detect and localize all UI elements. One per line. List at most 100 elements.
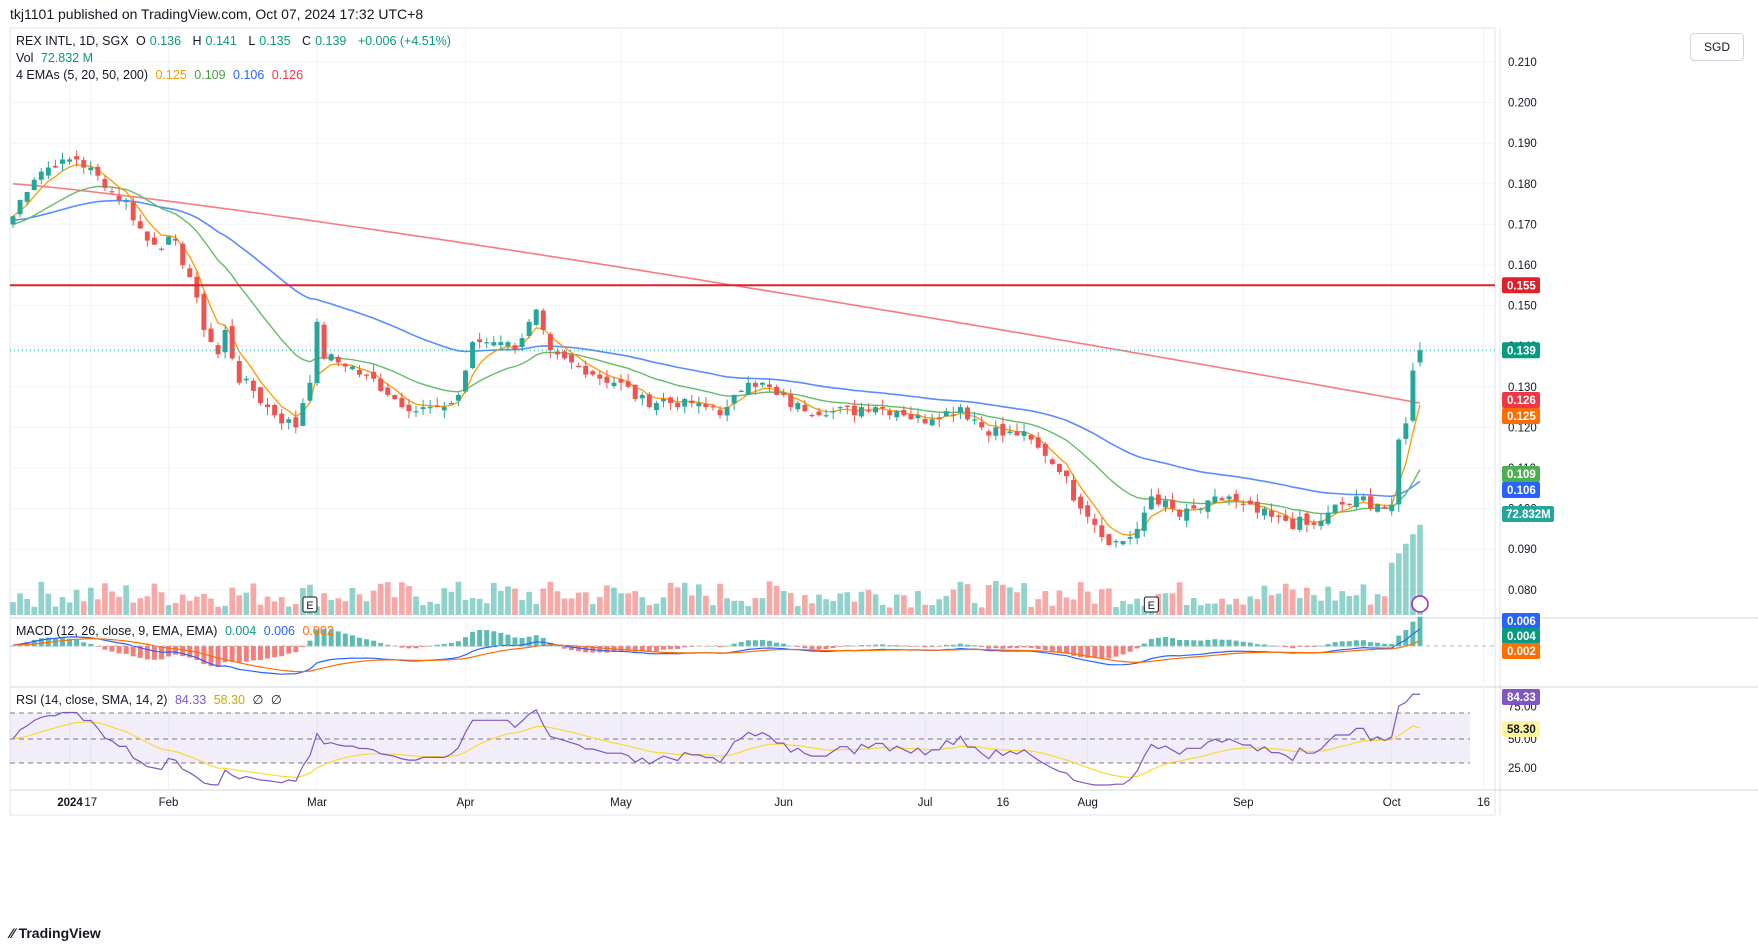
candle-body xyxy=(17,200,23,215)
candle-body xyxy=(781,392,787,395)
volume-bar xyxy=(667,582,674,615)
candle-body xyxy=(448,403,454,405)
macd-histogram-bar xyxy=(250,646,256,661)
volume-bar xyxy=(816,594,822,615)
macd-histogram-bar xyxy=(151,646,157,660)
macd-histogram-bar xyxy=(717,646,723,648)
volume-bar xyxy=(1049,605,1056,615)
trading-chart[interactable]: 0.2100.2000.1900.1800.1700.1600.1500.140… xyxy=(0,0,1758,950)
volume-bar xyxy=(130,602,137,615)
candle-body xyxy=(328,354,334,361)
candle-body xyxy=(385,387,391,395)
ema-legend: 4 EMAs (5, 20, 50, 200) 0.125 0.109 0.10… xyxy=(16,68,304,82)
symbol-name[interactable]: REX INTL, 1D, SGX xyxy=(16,34,129,48)
candle-body xyxy=(1353,496,1359,508)
candle-body xyxy=(554,351,560,355)
volume-bar xyxy=(1374,594,1381,615)
candle-body xyxy=(1191,505,1197,509)
volume-bar xyxy=(427,601,433,615)
candle-body xyxy=(420,407,426,410)
macd-histogram-bar xyxy=(901,645,907,647)
change-value: +0.006 (+4.51%) xyxy=(357,34,451,48)
volume-bar xyxy=(194,596,200,615)
volume-bar xyxy=(285,606,292,615)
volume-bar xyxy=(1346,595,1353,615)
candle-body xyxy=(660,398,666,402)
candle-body xyxy=(979,422,985,428)
volume-bar xyxy=(250,583,257,615)
candle-body xyxy=(894,411,900,418)
volume-bar xyxy=(505,586,511,615)
time-tick-label: May xyxy=(610,797,632,809)
candle-body xyxy=(88,167,94,171)
candle-body xyxy=(1396,439,1402,505)
symbol-legend: REX INTL, 1D, SGX O 0.136 H 0.141 L 0.135 C… xyxy=(16,34,451,48)
volume-bar xyxy=(625,593,631,615)
candle-body xyxy=(484,342,490,344)
candle-body xyxy=(972,419,978,421)
volume-bar xyxy=(1268,595,1275,615)
macd-signal-value: 0.002 xyxy=(302,624,334,638)
candle-body xyxy=(1233,493,1239,501)
macd-histogram-bar xyxy=(463,637,468,647)
candle-body xyxy=(965,407,970,420)
candle-body xyxy=(1261,508,1267,516)
volume-bar xyxy=(766,581,773,615)
ema20-value: 0.109 xyxy=(194,68,226,82)
candle-body xyxy=(378,378,384,391)
volume-bar xyxy=(201,593,207,615)
candle-body xyxy=(731,394,737,404)
candle-body xyxy=(52,165,58,168)
candle-body xyxy=(653,403,659,411)
macd-histogram-bar xyxy=(1205,639,1211,647)
candle-body xyxy=(752,382,758,387)
macd-histogram-bar xyxy=(293,646,299,653)
volume-bar xyxy=(710,605,716,615)
volume-bar xyxy=(1304,587,1310,615)
candle-body xyxy=(873,407,879,413)
time-tick-label: Apr xyxy=(457,797,475,809)
volume-bar xyxy=(992,580,999,615)
candle-body xyxy=(689,400,695,404)
candle-body xyxy=(1064,470,1069,477)
candle-body xyxy=(1325,512,1331,524)
candle-body xyxy=(590,371,596,375)
volume-bar xyxy=(441,588,448,615)
candle-body xyxy=(180,243,186,265)
volume-bar xyxy=(208,598,214,615)
volume-bar xyxy=(738,600,745,615)
earnings-marker-label: E xyxy=(306,600,313,612)
volume-bar xyxy=(264,596,271,615)
volume-bar xyxy=(1247,596,1254,615)
candle-body xyxy=(887,411,893,416)
volume-bar xyxy=(519,600,525,615)
macd-histogram-bar xyxy=(597,646,603,653)
currency-button[interactable]: SGD xyxy=(1690,33,1744,61)
candle-body xyxy=(703,403,709,408)
volume-bar xyxy=(109,591,115,615)
candle-body xyxy=(540,310,546,330)
volume-bar xyxy=(759,598,766,615)
macd-histogram-bar xyxy=(413,646,419,649)
time-tick-label: 16 xyxy=(1477,797,1490,809)
candle-body xyxy=(738,390,744,393)
price-tick-label: 0.090 xyxy=(1508,544,1537,556)
macd-histogram-bar xyxy=(286,646,292,654)
volume-bar xyxy=(717,583,723,615)
macd-histogram-bar xyxy=(356,637,362,647)
candle-body xyxy=(1000,423,1006,436)
volume-bar xyxy=(1296,597,1303,615)
price-tick-label: 0.180 xyxy=(1508,179,1537,191)
candle-body xyxy=(1339,501,1345,505)
volume-bar xyxy=(681,582,688,615)
volume-bar xyxy=(731,600,738,615)
candle-body xyxy=(24,191,30,202)
candle-body xyxy=(1219,498,1225,501)
candle-body xyxy=(1056,463,1062,473)
candle-body xyxy=(109,191,115,193)
macd-histogram-bar xyxy=(1106,646,1112,659)
volume-bar xyxy=(512,588,518,615)
ema200-value: 0.126 xyxy=(271,68,304,82)
macd-histogram-bar xyxy=(1064,646,1069,654)
macd-histogram-bar xyxy=(533,635,539,647)
